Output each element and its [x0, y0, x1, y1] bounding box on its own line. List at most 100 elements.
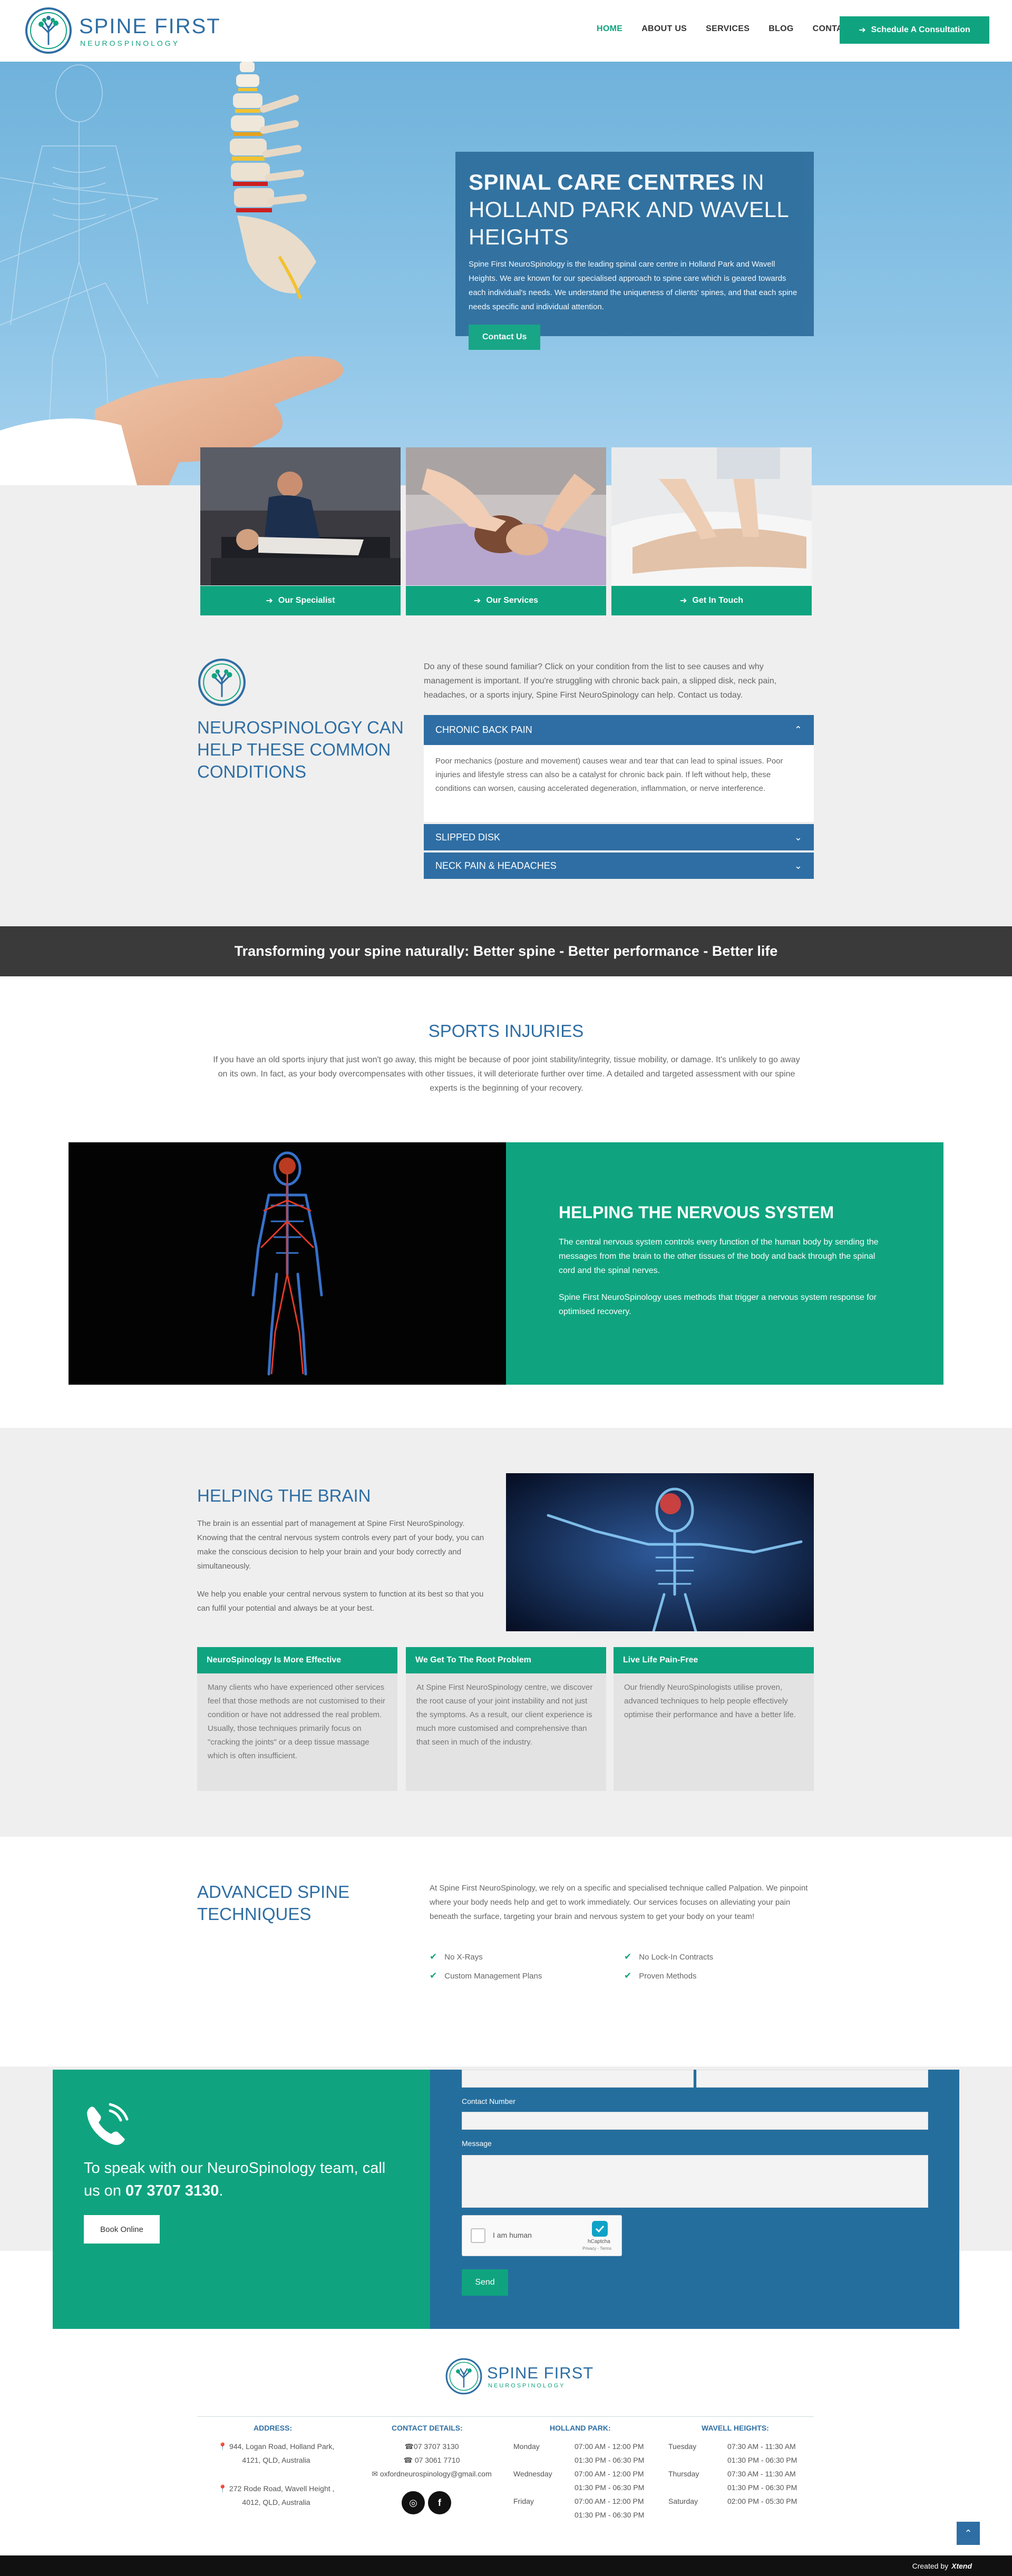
address-wavell-heights: 📍 272 Rode Road, Wavell Height , 4012, Q… — [213, 2482, 339, 2509]
footer-logo[interactable]: SPINE FIRST NEUROSPINOLOGY — [445, 2357, 593, 2395]
tree-logo-icon — [25, 7, 72, 54]
day-label: Tuesday — [668, 2442, 697, 2451]
phone-icon: ☎ — [403, 2456, 413, 2464]
captcha-checkbox[interactable] — [471, 2228, 485, 2243]
schedule-consultation-button[interactable]: ➔ Schedule A Consultation — [840, 16, 989, 44]
card-our-services[interactable]: ➔ Our Services — [406, 447, 606, 615]
nav-services[interactable]: SERVICES — [706, 24, 750, 34]
contact-details: ☎07 3707 3130 ☎ 07 3061 7710 ✉ oxfordneu… — [362, 2440, 502, 2481]
time-label: 07:00 AM - 12:00 PM — [575, 2497, 644, 2505]
address-holland-park: 📍 944, Logan Road, Holland Park, 4121, Q… — [213, 2440, 339, 2467]
brain-image — [506, 1473, 814, 1631]
hero-info-box: SPINAL CARE CENTRES IN HOLLAND PARK AND … — [455, 152, 814, 350]
email-line[interactable]: ✉ oxfordneurospinology@gmail.com — [362, 2467, 502, 2481]
email-address: oxfordneurospinology@gmail.com — [380, 2470, 492, 2478]
check-label: No Lock-In Contracts — [639, 1952, 714, 1962]
time-label: 01:30 PM - 06:30 PM — [575, 2511, 645, 2519]
sports-title: SPORTS INJURIES — [428, 1021, 584, 1041]
site-logo[interactable]: SPINE FIRST NEUROSPINOLOGY — [24, 6, 220, 55]
footer-logo-subtitle: NEUROSPINOLOGY — [488, 2383, 566, 2389]
day-label: Saturday — [668, 2497, 698, 2505]
phone-line[interactable]: ☎ 07 3061 7710 — [362, 2453, 502, 2467]
name-label: Name* — [462, 2054, 484, 2062]
nervous-system-title: HELPING THE NERVOUS SYSTEM — [559, 1203, 834, 1222]
feature-title: Live Life Pain-Free — [614, 1647, 814, 1673]
nav-about[interactable]: ABOUT US — [641, 24, 687, 34]
advanced-title: ADVANCED SPINE TECHNIQUES — [197, 1882, 350, 1924]
credit-prefix: Created by — [912, 2561, 949, 2570]
phone-icon — [83, 2101, 130, 2149]
time-label: 01:30 PM - 06:30 PM — [727, 2456, 797, 2464]
envelope-icon: ✉ — [372, 2470, 378, 2478]
services-photo — [406, 447, 606, 585]
chevron-up-icon: ⌃ — [794, 724, 802, 735]
hcaptcha-logo-icon — [592, 2221, 608, 2237]
feature-card: Live Life Pain-Free Our friendly NeuroSp… — [614, 1647, 814, 1791]
card-get-in-touch[interactable]: ➔ Get In Touch — [611, 447, 812, 615]
wavell-days: Tuesday Thursday Saturday — [668, 2440, 726, 2508]
footer-heading: ADDRESS: — [254, 2424, 293, 2432]
captcha-widget: I am human hCaptcha Privacy - Terms — [462, 2215, 622, 2256]
credit-brand[interactable]: Xtend — [951, 2562, 972, 2570]
map-pin-icon: 📍 — [218, 2484, 228, 2493]
email-field[interactable] — [696, 2070, 928, 2088]
card-our-specialist[interactable]: ➔ Our Specialist — [200, 447, 401, 615]
message-field[interactable] — [462, 2155, 928, 2208]
footer-heading: WAVELL HEIGHTS: — [702, 2424, 769, 2432]
hero-contact-button[interactable]: Contact Us — [469, 325, 541, 350]
time-label: 07:00 AM - 12:00 PM — [575, 2470, 644, 2478]
day-label: Thursday — [668, 2470, 699, 2478]
brain-title: HELPING THE BRAIN — [197, 1486, 371, 1505]
phone-number: 07 3061 7710 — [414, 2456, 460, 2464]
accordion-neck-pain[interactable]: NECK PAIN & HEADACHES ⌄ — [424, 853, 814, 879]
card-label: Our Services — [486, 596, 539, 605]
nav-home[interactable]: HOME — [597, 24, 622, 34]
name-field[interactable] — [462, 2070, 694, 2088]
address-line: 4121, QLD, Australia — [242, 2456, 310, 2464]
schedule-consultation-label: Schedule A Consultation — [871, 25, 970, 34]
conditions-intro: Do any of these sound familiar? Click on… — [424, 662, 777, 700]
check-icon: ✔ — [624, 1971, 632, 1981]
time-label: 01:30 PM - 06:30 PM — [727, 2483, 797, 2492]
accordion-label: CHRONIC BACK PAIN — [435, 724, 532, 735]
feature-text: Many clients who have experienced other … — [208, 1683, 385, 1760]
captcha-links[interactable]: Privacy - Terms — [582, 2246, 611, 2251]
nervous-system-text: Spine First NeuroSpinology uses methods … — [559, 1293, 877, 1316]
feature-card: NeuroSpinology Is More Effective Many cl… — [197, 1647, 397, 1791]
nervous-system-text: The central nervous system controls ever… — [559, 1238, 879, 1275]
send-button[interactable]: Send — [462, 2269, 508, 2296]
check-label: Proven Methods — [639, 1971, 697, 1981]
card-bar: ➔ Our Specialist — [200, 586, 401, 615]
accordion-chronic-back-pain[interactable]: CHRONIC BACK PAIN ⌃ — [424, 715, 814, 745]
nervous-system-box: HELPING THE NERVOUS SYSTEM The central n… — [506, 1142, 943, 1385]
social-links: ◎ f — [402, 2491, 451, 2514]
feature-title: We Get To The Root Problem — [406, 1647, 606, 1673]
check-item: ✔ No Lock-In Contracts — [624, 1952, 713, 1962]
scroll-to-top-button[interactable]: ⌃ — [957, 2522, 980, 2545]
footer-heading: CONTACT DETAILS: — [392, 2424, 463, 2432]
time-label: 07:00 AM - 12:00 PM — [575, 2442, 644, 2451]
accordion-slipped-disk[interactable]: SLIPPED DISK ⌄ — [424, 824, 814, 850]
nav-blog[interactable]: BLOG — [768, 24, 793, 34]
check-icon: ✔ — [430, 1971, 437, 1981]
instagram-icon[interactable]: ◎ — [402, 2491, 425, 2514]
call-us-phone[interactable]: 07 3707 3130 — [125, 2182, 219, 2199]
tree-logo-icon — [445, 2358, 482, 2395]
tagline-banner: Transforming your spine naturally: Bette… — [0, 926, 1012, 976]
holland-times: 07:00 AM - 12:00 PM 01:30 PM - 06:30 PM … — [575, 2440, 664, 2522]
hero-title: SPINAL CARE CENTRES IN HOLLAND PARK AND … — [469, 169, 801, 251]
card-label: Our Specialist — [278, 596, 335, 605]
time-label: 01:30 PM - 06:30 PM — [575, 2456, 645, 2464]
phone-line[interactable]: ☎07 3707 3130 — [362, 2440, 502, 2453]
call-us-text: To speak with our NeuroSpinology team, c… — [84, 2157, 400, 2202]
book-online-button[interactable]: Book Online — [84, 2215, 160, 2244]
time-label: 01:30 PM - 06:30 PM — [575, 2483, 645, 2492]
sports-text: If you have an old sports injury that ju… — [213, 1055, 800, 1093]
accordion-label: NECK PAIN & HEADACHES — [435, 860, 557, 871]
facebook-icon[interactable]: f — [428, 2491, 451, 2514]
contact-number-field[interactable] — [462, 2112, 928, 2130]
card-bar: ➔ Our Services — [406, 586, 606, 615]
captcha-brand: hCaptcha — [588, 2239, 610, 2245]
nervous-system-image — [69, 1142, 506, 1385]
feature-card: We Get To The Root Problem At Spine Firs… — [406, 1647, 606, 1791]
